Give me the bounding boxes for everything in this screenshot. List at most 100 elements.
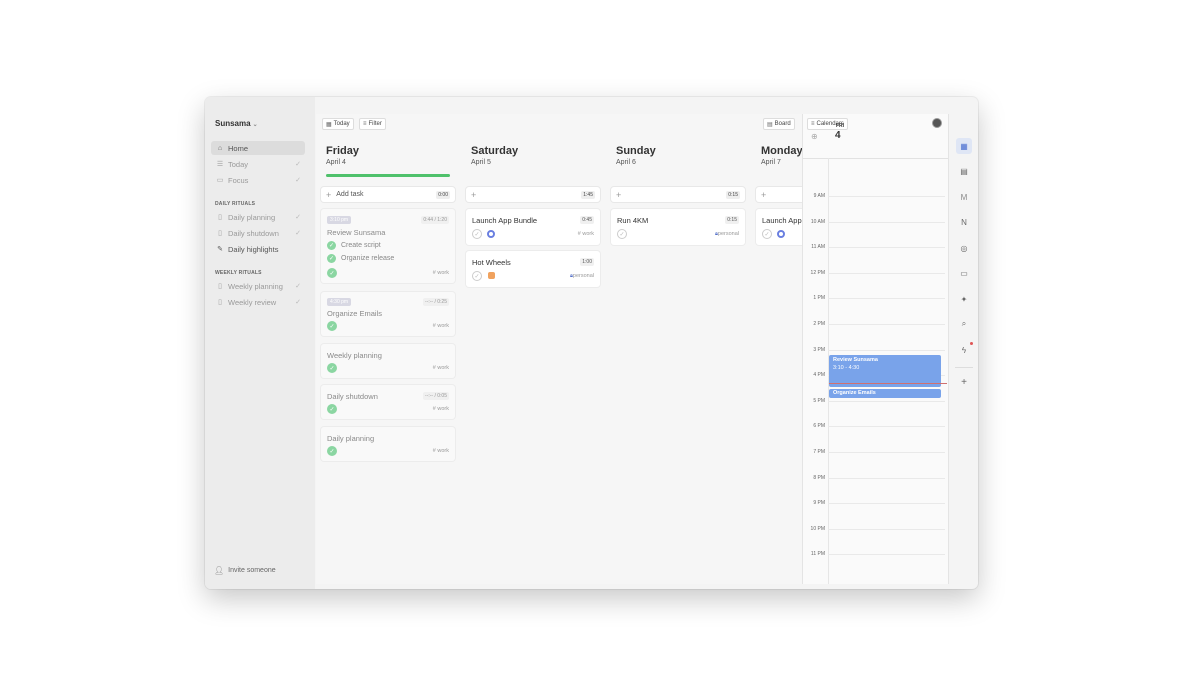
complete-checkbox[interactable]: ✓ [327,404,337,414]
add-task-button[interactable]: + [756,187,802,202]
divider [803,158,949,159]
complete-checkbox[interactable]: ✓ [472,229,482,239]
channel-tag[interactable]: # work [578,231,594,237]
add-user-icon: 👤︎ [214,566,225,575]
hour-row: 7 PM [803,449,949,455]
hour-line [828,298,945,299]
board: ▦ Today ≡ Filter ▤ Board Friday April 4 + Ad… [316,114,802,584]
task-card[interactable]: Run 4KM 0:15 ✓ 🔒︎personal [611,209,745,245]
sidebar-item-label: Today [228,159,249,169]
today-button[interactable]: ▦ Today [322,118,354,130]
channel-tag[interactable]: # work [433,406,449,412]
hour-row: 10 AM [803,219,949,225]
complete-checkbox[interactable]: ✓ [762,229,772,239]
clipboard-icon: ▯ [218,230,222,237]
day-date: April 4 [326,159,346,166]
hour-label: 4 PM [813,372,825,378]
complete-checkbox[interactable]: ✓ [617,229,627,239]
filter-icon: ≡ [363,121,367,127]
channel-tag[interactable]: # work [433,365,449,371]
search-icon[interactable]: ⌕ [956,316,972,332]
scheduled-time-badge: 4:30 pm [327,298,352,306]
channel-tag[interactable]: # work [433,270,449,276]
sidebar-item-weekly-review[interactable]: ▯ Weekly review ✓ [211,295,305,309]
hour-label: 11 PM [810,551,825,557]
target-icon[interactable]: ◎ [956,240,972,256]
task-card[interactable]: Daily planning ✓ # work [321,427,455,461]
hour-row: 10 PM [803,526,949,532]
hour-line [828,529,945,530]
subtask[interactable]: ✓ Create script [327,241,381,250]
clipboard-icon: ▯ [218,283,222,290]
gmail-icon[interactable]: M [956,189,972,205]
filter-button[interactable]: ≡ Filter [359,118,386,130]
zoom-icon[interactable]: ⊕ [811,132,818,141]
calendar-icon[interactable]: ▦ [956,138,972,154]
check-icon: ✓ [295,230,301,237]
invite-someone-button[interactable]: 👤︎ Invite someone [214,566,276,575]
avatar[interactable] [932,118,942,128]
complete-checkbox[interactable]: ✓ [472,271,482,281]
sidebar-item-weekly-planning[interactable]: ▯ Weekly planning ✓ [211,279,305,293]
monitor-icon: ▭ [216,177,224,184]
day-progress-bar [326,174,450,177]
add-task-button[interactable]: + 0:15 [611,187,745,202]
ai-icon[interactable]: ✦ [956,291,972,307]
task-time: 0:44 / 1:20 [421,216,449,224]
add-task-button[interactable]: + Add task 0:00 [321,187,455,202]
add-icon[interactable]: + [956,374,972,390]
task-title: Weekly planning [327,351,382,360]
plus-icon: + [761,189,767,200]
task-card[interactable]: Weekly planning ✓ # work [321,344,455,378]
task-card[interactable]: 3:10 pm 0:44 / 1:20 Review Sunsama ✓ Crea… [321,209,455,283]
scheduled-time-badge: 3:10 pm [327,216,352,224]
daily-rituals-heading: DAILY RITUALS [215,201,256,207]
check-icon: ✓ [295,214,301,221]
calendar-event[interactable]: Organize Emails [829,389,941,398]
complete-checkbox[interactable]: ✓ [327,446,337,456]
task-card[interactable]: 4:30 pm --:-- / 0:25 Organize Emails ✓ #… [321,292,455,336]
clipboard-icon: ▯ [218,299,222,306]
add-task-button[interactable]: + 1:45 [466,187,600,202]
complete-checkbox[interactable]: ✓ [327,321,337,331]
channel-tag[interactable]: 🔒︎personal [570,273,594,280]
calendar-panel: ≡ Calendars ⊕ FRI 4 9 AM 10 AM 11 AM 12 P… [802,114,949,584]
hour-label: 1 PM [813,295,825,301]
workspace-switcher[interactable]: Sunsama ⌄ [215,119,258,128]
task-card[interactable]: Launch App ✓ [756,209,802,245]
sidebar-item-today[interactable]: ☰ Today ✓ [211,157,305,171]
hour-label: 9 AM [813,193,825,199]
sidebar-item-label: Daily shutdown [228,228,279,238]
sidebar-item-daily-planning[interactable]: ▯ Daily planning ✓ [211,210,305,224]
channel-tag[interactable]: # work [433,323,449,329]
check-icon[interactable]: ✓ [327,241,336,250]
channel-tag-label: personal [572,273,594,279]
hour-label: 2 PM [813,321,825,327]
hour-label: 12 PM [810,270,825,276]
task-card[interactable]: Launch App Bundle 0:45 ✓ # work [466,209,600,245]
sidebar-item-daily-highlights[interactable]: ✎ Daily highlights [211,242,305,256]
hour-line [828,247,945,248]
task-card[interactable]: Hot Wheels 1:00 ✓ 🔒︎personal [466,251,600,287]
hour-line [828,554,945,555]
calendar-day-label: FRI [836,123,845,129]
check-icon: ✓ [295,299,301,306]
sidebar-item-focus[interactable]: ▭ Focus ✓ [211,173,305,187]
notion-icon[interactable]: N [956,214,972,230]
notes-icon[interactable]: ▤ [956,163,972,179]
channel-tag[interactable]: # work [433,448,449,454]
day-name: Saturday [471,145,519,157]
complete-checkbox[interactable]: ✓ [327,268,337,278]
task-card[interactable]: Daily shutdown --:-- / 0:05 ✓ # work [321,385,455,419]
day-date: April 5 [471,159,491,166]
channel-tag[interactable]: 🔒︎personal [715,231,739,238]
board-button[interactable]: ▤ Board [763,118,795,130]
hour-label: 9 PM [813,500,825,506]
sidebar-item-home[interactable]: ⌂ Home [211,141,305,155]
check-icon[interactable]: ✓ [327,254,336,263]
subtask[interactable]: ✓ Organize release [327,254,394,263]
complete-checkbox[interactable]: ✓ [327,363,337,373]
sidebar-item-daily-shutdown[interactable]: ▯ Daily shutdown ✓ [211,226,305,240]
archive-icon[interactable]: ▭ [956,265,972,281]
filter-icon: ≡ [811,121,815,127]
